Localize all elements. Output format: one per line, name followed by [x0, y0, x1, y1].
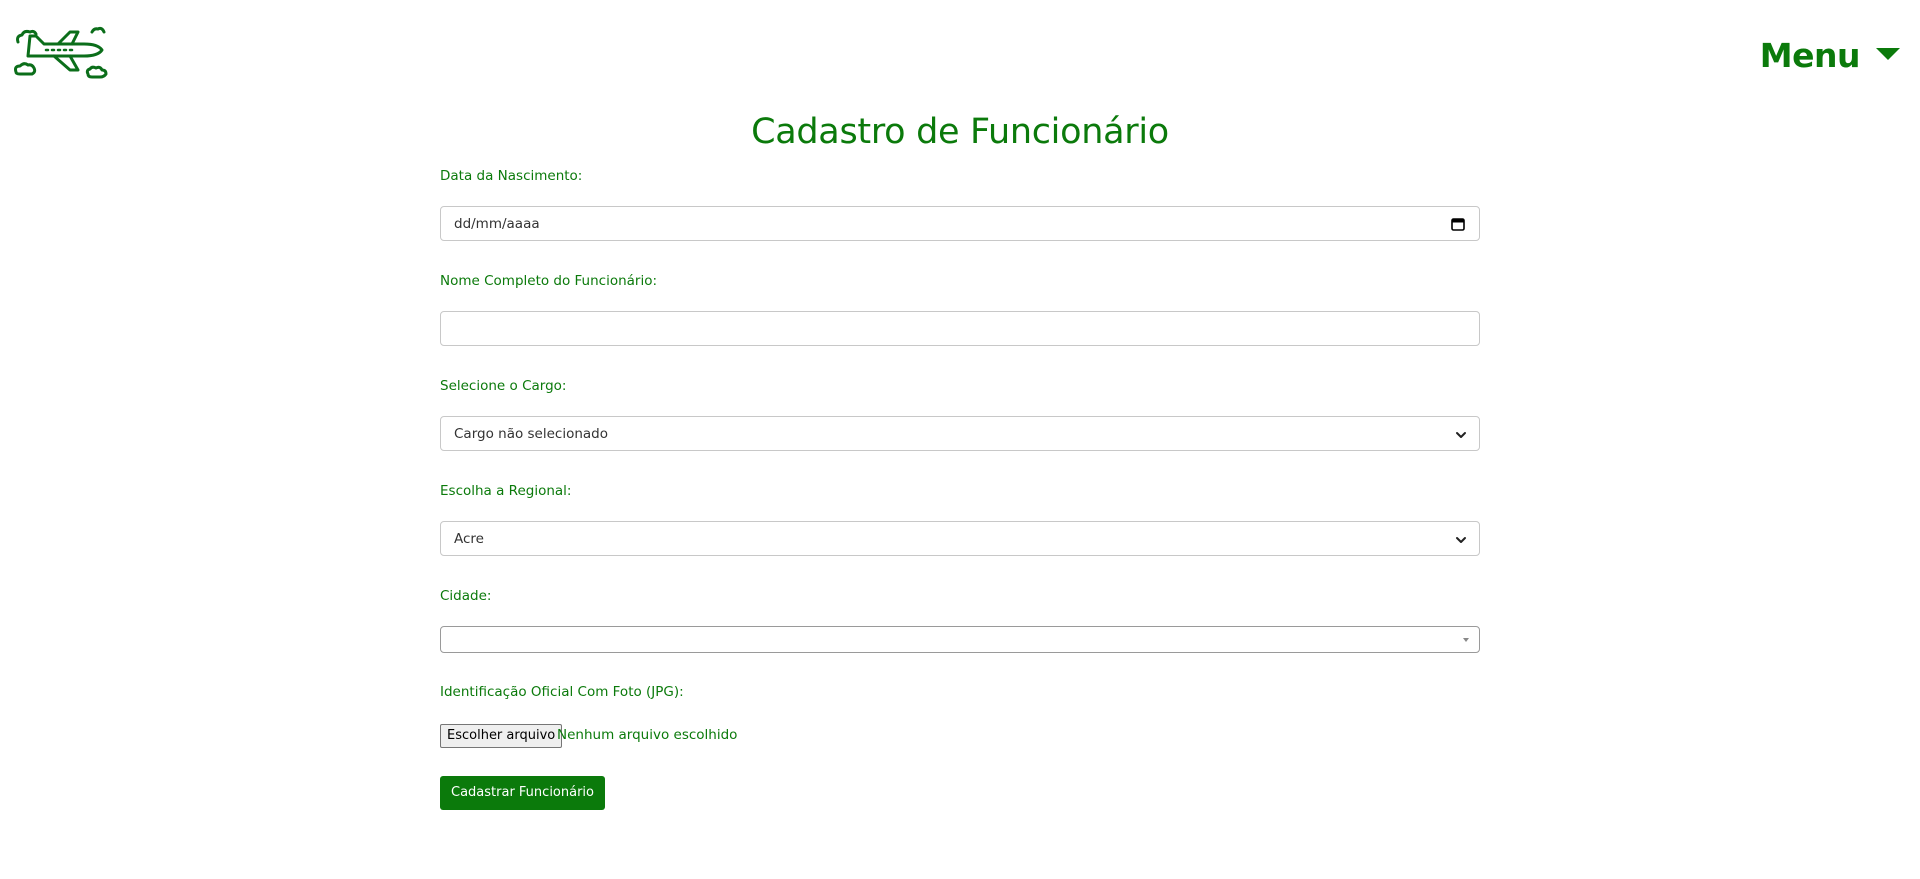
- regional-label: Escolha a Regional:: [440, 483, 572, 499]
- city-select[interactable]: [440, 626, 1480, 653]
- regional-selected: Acre: [454, 531, 484, 547]
- role-selected: Cargo não selecionado: [454, 426, 608, 442]
- calendar-icon[interactable]: [1451, 217, 1465, 231]
- chevron-down-icon: [1456, 537, 1466, 543]
- menu-label: Menu: [1759, 36, 1861, 75]
- choose-file-button[interactable]: Escolher arquivo: [440, 724, 563, 748]
- full-name-input[interactable]: [440, 311, 1480, 346]
- role-label: Selecione o Cargo:: [440, 378, 567, 394]
- birth-date-label: Data da Nascimento:: [440, 168, 583, 184]
- caret-down-icon: [1463, 638, 1469, 642]
- airplane-icon[interactable]: [14, 24, 110, 82]
- header: Menu: [0, 0, 1920, 110]
- chevron-down-icon: [1456, 432, 1466, 438]
- birth-date-placeholder: dd/mm/aaaa: [454, 216, 540, 232]
- photo-id-label: Identificação Oficial Com Foto (JPG):: [440, 684, 684, 700]
- city-label: Cidade:: [440, 588, 492, 604]
- caret-down-icon: [1876, 47, 1900, 60]
- birth-date-input[interactable]: dd/mm/aaaa: [440, 206, 1480, 241]
- file-status-text: Nenhum arquivo escolhido: [557, 727, 738, 743]
- page-title: Cadastro de Funcionário: [751, 112, 1169, 152]
- submit-button[interactable]: Cadastrar Funcionário: [440, 776, 605, 810]
- regional-select[interactable]: Acre: [440, 521, 1480, 556]
- menu-button[interactable]: Menu: [1760, 36, 1900, 75]
- role-select[interactable]: Cargo não selecionado: [440, 416, 1480, 451]
- full-name-label: Nome Completo do Funcionário:: [440, 273, 658, 289]
